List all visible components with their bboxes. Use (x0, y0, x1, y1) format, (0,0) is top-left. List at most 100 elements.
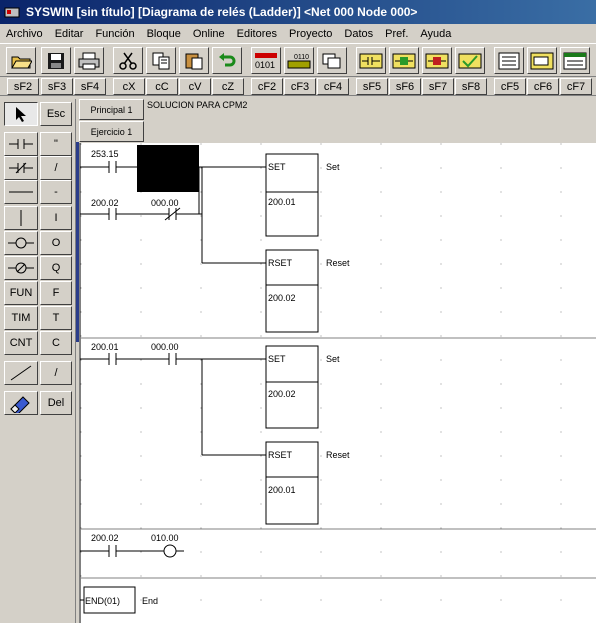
fkey-cf6[interactable]: cF6 (527, 78, 559, 95)
contact-insert-button[interactable] (356, 47, 386, 74)
block-label: SET (268, 354, 286, 364)
rung-check-button[interactable] (455, 47, 485, 74)
fkey-sf3[interactable]: sF3 (41, 78, 73, 95)
menu-archivo[interactable]: Archivo (0, 28, 49, 40)
rung-insert-button[interactable] (389, 47, 419, 74)
fkey-sf4[interactable]: sF4 (74, 78, 106, 95)
windows-button[interactable] (317, 47, 347, 74)
ase-button[interactable] (527, 47, 557, 74)
block-label: RSET (268, 450, 293, 460)
print-button[interactable] (74, 47, 104, 74)
pointer-icon (16, 107, 26, 122)
contact-address: 200.01 (91, 342, 119, 352)
eraser-tool[interactable] (4, 391, 38, 415)
svg-text:0110: 0110 (294, 54, 309, 61)
fun-tool[interactable]: FUN (4, 281, 38, 305)
key-dash[interactable]: - (40, 180, 72, 204)
paste-button[interactable] (179, 47, 209, 74)
fkey-cf3[interactable]: cF3 (284, 78, 316, 95)
ladder-editor[interactable]: 253.15 200.02 000.00 SET 200.01 Set RSET… (79, 143, 596, 623)
menu-online[interactable]: Online (187, 28, 231, 40)
block-operand: 200.02 (268, 293, 296, 303)
selection-cursor[interactable] (137, 145, 199, 192)
menu-ayuda[interactable]: Ayuda (414, 28, 457, 40)
fkey-cf7[interactable]: cF7 (560, 78, 592, 95)
network-button[interactable] (494, 47, 524, 74)
output-coil[interactable] (163, 544, 177, 558)
undo-button[interactable] (212, 47, 242, 74)
menu-proyecto[interactable]: Proyecto (283, 28, 338, 40)
key-t[interactable]: T (40, 306, 72, 330)
menu-editar[interactable]: Editar (49, 28, 90, 40)
menu-bloque[interactable]: Bloque (141, 28, 187, 40)
fkey-cz[interactable]: cZ (212, 78, 244, 95)
monitor-icon (563, 52, 587, 69)
ladder-diagram[interactable]: 253.15 200.02 000.00 SET 200.01 Set RSET… (79, 143, 596, 623)
fkey-cf5[interactable]: cF5 (494, 78, 526, 95)
save-button[interactable] (41, 47, 71, 74)
tab-principal[interactable]: Principal 1 (79, 99, 144, 120)
key-quote[interactable]: " (40, 132, 72, 156)
rung-insert-icon (392, 53, 416, 68)
key-c[interactable]: C (40, 331, 72, 355)
fkey-cf4[interactable]: cF4 (317, 78, 349, 95)
menu-funcion[interactable]: Función (89, 28, 140, 40)
rung-check-icon (458, 53, 482, 68)
contact-address: 000.00 (151, 342, 179, 352)
binary-button[interactable]: 0101 (251, 47, 281, 74)
key-q[interactable]: Q (40, 256, 72, 280)
block-label: RSET (268, 258, 293, 268)
key-slash[interactable]: / (40, 156, 72, 180)
nc-contact-icon (9, 162, 33, 174)
fkey-cf2[interactable]: cF2 (251, 78, 283, 95)
fkey-sf5[interactable]: sF5 (356, 78, 388, 95)
menu-pref[interactable]: Pref. (379, 28, 414, 40)
output-coil-tool[interactable] (4, 231, 38, 255)
cut-button[interactable] (113, 47, 143, 74)
fkey-cv[interactable]: cV (179, 78, 211, 95)
toolbar: 0101 0110 (0, 44, 596, 77)
pointer-tool[interactable] (4, 102, 38, 126)
cnt-tool[interactable]: CNT (4, 331, 38, 355)
fkey-cc[interactable]: cC (146, 78, 178, 95)
tim-tool[interactable]: TIM (4, 306, 38, 330)
vertical-line-tool[interactable] (4, 206, 38, 230)
fkey-sf8[interactable]: sF8 (455, 78, 487, 95)
diagonal-line-tool[interactable] (4, 361, 38, 385)
no-contact-tool[interactable] (4, 132, 38, 156)
key-f[interactable]: F (40, 281, 72, 305)
menu-datos[interactable]: Datos (338, 28, 379, 40)
coil-address: 010.00 (151, 533, 179, 543)
monitor-button[interactable] (560, 47, 590, 74)
end-comment: End (142, 596, 158, 606)
fkey-sf7[interactable]: sF7 (422, 78, 454, 95)
tab-ejercicio[interactable]: Ejercicio 1 (79, 121, 144, 142)
horizontal-line-tool[interactable] (4, 180, 38, 204)
nc-contact-tool[interactable] (4, 156, 38, 180)
window-title: SYSWIN [sin título] [Diagrama de relés (… (26, 5, 418, 19)
copy-icon (152, 52, 170, 69)
key-del[interactable]: Del (40, 391, 72, 415)
block-operand: 200.01 (268, 485, 296, 495)
rung-delete-button[interactable] (422, 47, 452, 74)
program-title: SOLUCION PARA CPM2 (147, 100, 248, 110)
contact-address: 253.15 (91, 149, 119, 159)
key-slash-2[interactable]: / (40, 361, 72, 385)
key-esc[interactable]: Esc (40, 102, 72, 126)
fkey-sf6[interactable]: sF6 (389, 78, 421, 95)
contact-address: 000.00 (151, 198, 179, 208)
instruction-palette: Esc " / - I O Q FUN F TIM T CNT C / Del (0, 99, 76, 623)
key-o[interactable]: O (40, 231, 72, 255)
not-coil-tool[interactable] (4, 256, 38, 280)
bits-button[interactable]: 0110 (284, 47, 314, 74)
block-label: SET (268, 162, 286, 172)
fkey-cx[interactable]: cX (113, 78, 145, 95)
copy-button[interactable] (146, 47, 176, 74)
key-i[interactable]: I (40, 206, 72, 230)
fkey-sf2[interactable]: sF2 (7, 78, 39, 95)
ase-icon (530, 52, 554, 69)
open-button[interactable] (6, 47, 36, 74)
cut-icon (119, 52, 137, 70)
menu-editores[interactable]: Editores (231, 28, 283, 40)
save-icon (48, 52, 64, 69)
